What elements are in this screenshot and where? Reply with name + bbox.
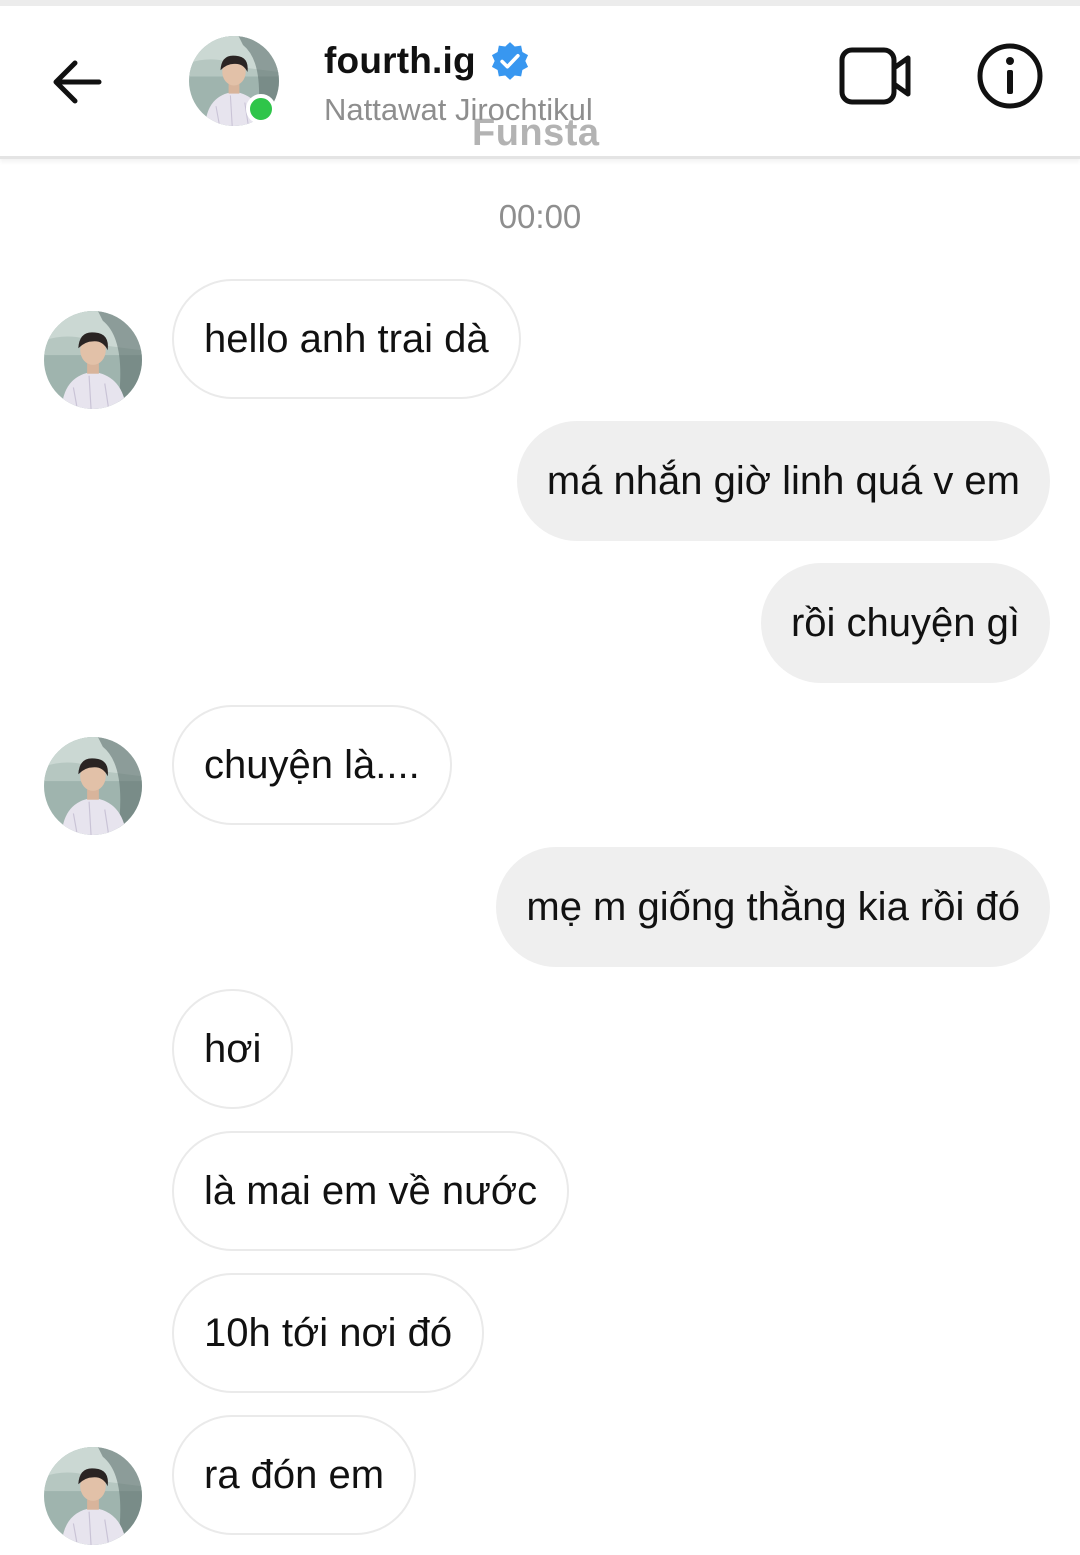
message-text: má nhắn giờ linh quá v em xyxy=(546,458,1020,503)
info-button[interactable] xyxy=(976,42,1044,110)
back-button[interactable] xyxy=(46,54,106,110)
header-username[interactable]: fourth.ig xyxy=(324,40,476,82)
sender-avatar[interactable] xyxy=(44,1447,142,1545)
message-text: hello anh trai dà xyxy=(204,316,489,361)
message-text: ra đón em xyxy=(204,1452,385,1497)
message-text: là mai em về nước xyxy=(204,1168,538,1213)
sender-avatar[interactable] xyxy=(44,311,142,409)
video-call-button[interactable] xyxy=(838,44,914,108)
incoming-message[interactable]: 10h tới nơi đó xyxy=(172,1273,485,1393)
outgoing-message[interactable]: rồi chuyện gì xyxy=(760,563,1050,683)
incoming-message[interactable]: hello anh trai dà xyxy=(172,279,521,399)
info-icon xyxy=(977,43,1043,109)
conversation-timestamp: 00:00 xyxy=(498,198,582,235)
online-status-indicator xyxy=(246,94,276,124)
verified-badge-icon xyxy=(491,42,529,80)
outgoing-message[interactable]: mẹ m giống thằng kia rồi đó xyxy=(496,847,1050,967)
incoming-message[interactable]: ra đón em xyxy=(172,1415,417,1535)
incoming-message[interactable]: chuyện là.... xyxy=(172,705,452,825)
watermark-text: Funsta xyxy=(472,112,600,154)
message-text: 10h tới nơi đó xyxy=(204,1310,453,1355)
message-text: chuyện là.... xyxy=(204,742,420,787)
message-text: rồi chuyện gì xyxy=(790,600,1020,645)
message-text: hơi xyxy=(204,1026,262,1071)
video-call-icon xyxy=(839,47,911,105)
arrow-left-icon xyxy=(53,60,102,104)
message-text: mẹ m giống thằng kia rồi đó xyxy=(526,884,1020,929)
sender-avatar[interactable] xyxy=(44,737,142,835)
outgoing-message[interactable]: má nhắn giờ linh quá v em xyxy=(516,421,1050,541)
incoming-message[interactable]: hơi xyxy=(172,989,294,1109)
incoming-message[interactable]: là mai em về nước xyxy=(172,1131,570,1251)
